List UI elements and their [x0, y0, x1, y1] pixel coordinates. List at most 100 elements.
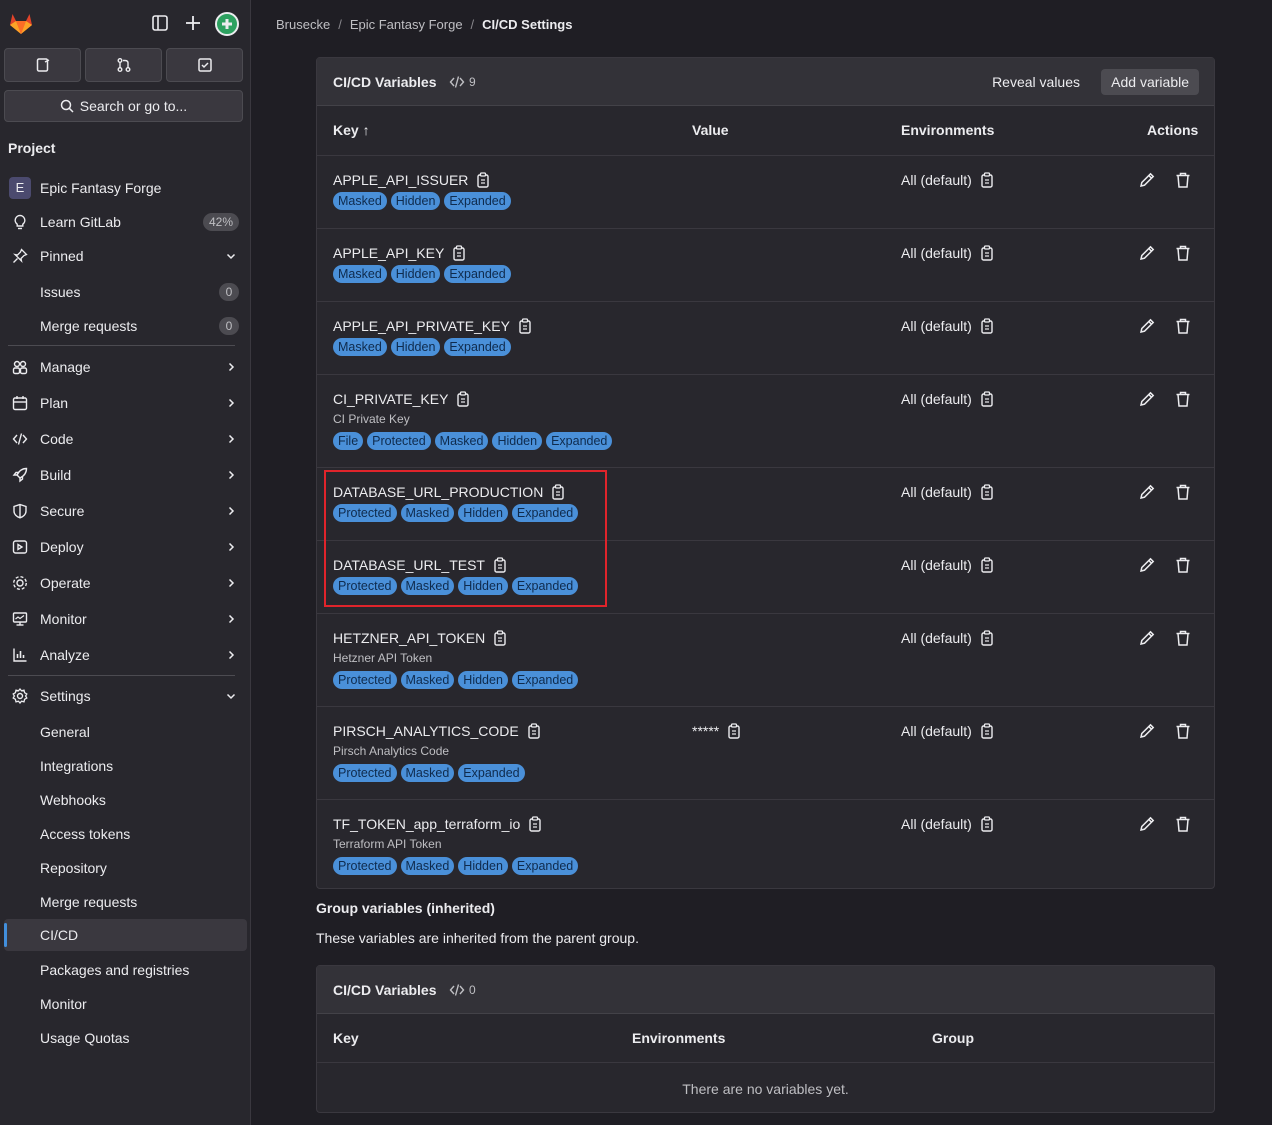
edit-variable-icon[interactable] — [1138, 390, 1156, 408]
copy-environment-icon[interactable] — [980, 318, 994, 334]
copy-environment-icon[interactable] — [980, 723, 994, 739]
sidebar-item-pinned[interactable]: Pinned — [4, 240, 247, 272]
variable-description: Terraform API Token — [333, 837, 442, 851]
sidebar-item-manage[interactable]: Manage — [4, 351, 247, 383]
sidebar-item-secure[interactable]: Secure — [4, 495, 247, 527]
delete-variable-icon[interactable] — [1174, 317, 1192, 335]
breadcrumb-item-current[interactable]: CI/CD Settings — [482, 17, 572, 32]
delete-variable-icon[interactable] — [1174, 390, 1192, 408]
gitlab-logo-icon[interactable] — [8, 10, 34, 36]
badge-protected: Protected — [333, 857, 397, 875]
sidebar-item-settings-merge-requests[interactable]: Merge requests — [4, 886, 247, 918]
variables-card: CI/CD Variables 9 Reveal values Add vari… — [316, 57, 1215, 889]
copy-value-icon[interactable] — [727, 723, 741, 739]
plus-icon[interactable] — [183, 13, 203, 33]
variable-description: Pirsch Analytics Code — [333, 744, 450, 758]
sidebar-item-code[interactable]: Code — [4, 423, 247, 455]
copy-key-icon[interactable] — [551, 484, 565, 500]
edit-variable-icon[interactable] — [1138, 629, 1156, 647]
delete-variable-icon[interactable] — [1174, 815, 1192, 833]
sidebar-item-operate[interactable]: Operate — [4, 567, 247, 599]
copy-key-icon[interactable] — [476, 172, 490, 188]
sidebar-item-build[interactable]: Build — [4, 459, 247, 491]
copy-environment-icon[interactable] — [980, 816, 994, 832]
column-key[interactable]: Key ↑ — [333, 122, 370, 138]
table-row: APPLE_API_PRIVATE_KEY Masked Hidden Expande… — [317, 301, 1214, 374]
pinned-label: Pinned — [40, 248, 84, 264]
sidebar-item-deploy[interactable]: Deploy — [4, 531, 247, 563]
reveal-values-button[interactable]: Reveal values — [992, 74, 1080, 90]
badge-hidden: Hidden — [458, 671, 508, 689]
copy-key-icon[interactable] — [527, 723, 541, 739]
variable-badges: Protected Masked Hidden Expanded — [333, 577, 579, 595]
sidebar-item-issues[interactable]: Issues 0 — [4, 276, 247, 308]
copy-environment-icon[interactable] — [980, 557, 994, 573]
copy-environment-icon[interactable] — [980, 172, 994, 188]
delete-variable-icon[interactable] — [1174, 244, 1192, 262]
sidebar-item-plan[interactable]: Plan — [4, 387, 247, 419]
delete-variable-icon[interactable] — [1174, 556, 1192, 574]
copy-environment-icon[interactable] — [980, 484, 994, 500]
sidebar-toggle-icon[interactable] — [150, 13, 170, 33]
copy-environment-icon[interactable] — [980, 245, 994, 261]
sidebar-item-analyze[interactable]: Analyze — [4, 639, 247, 671]
sidebar-item-integrations[interactable]: Integrations — [4, 750, 247, 782]
badge-expanded: Expanded — [511, 671, 579, 689]
edit-variable-icon[interactable] — [1138, 317, 1156, 335]
sidebar-item-packages-registries[interactable]: Packages and registries — [4, 954, 247, 986]
sidebar-item-usage-quotas[interactable]: Usage Quotas — [4, 1022, 247, 1054]
copy-environment-icon[interactable] — [980, 391, 994, 407]
copy-key-icon[interactable] — [456, 391, 470, 407]
copy-environment-icon[interactable] — [980, 630, 994, 646]
delete-variable-icon[interactable] — [1174, 722, 1192, 740]
edit-variable-icon[interactable] — [1138, 244, 1156, 262]
issues-button[interactable] — [4, 48, 81, 82]
sidebar-item-access-tokens[interactable]: Access tokens — [4, 818, 247, 850]
sidebar-item-webhooks[interactable]: Webhooks — [4, 784, 247, 816]
deploy-icon — [12, 540, 28, 554]
add-variable-button[interactable]: Add variable — [1101, 69, 1199, 95]
copy-key-icon[interactable] — [493, 630, 507, 646]
user-avatar[interactable] — [215, 12, 239, 36]
breadcrumb-item-group[interactable]: Brusecke — [276, 17, 330, 32]
sidebar-item-general[interactable]: General — [4, 716, 247, 748]
delete-variable-icon[interactable] — [1174, 629, 1192, 647]
table-row: APPLE_API_ISSUER Masked Hidden Expanded All … — [317, 155, 1214, 228]
sidebar-item-settings[interactable]: Settings — [4, 680, 247, 712]
table-row: HETZNER_API_TOKEN Hetzner API Token Protec… — [317, 613, 1214, 706]
sidebar-item-cicd[interactable]: CI/CD — [4, 919, 247, 951]
table-row: DATABASE_URL_TEST Protected Masked Hidden Ex… — [317, 540, 1214, 613]
sidebar-item-label: Repository — [40, 860, 107, 876]
edit-variable-icon[interactable] — [1138, 171, 1156, 189]
edit-variable-icon[interactable] — [1138, 556, 1156, 574]
breadcrumb-item-project[interactable]: Epic Fantasy Forge — [350, 17, 463, 32]
delete-variable-icon[interactable] — [1174, 483, 1192, 501]
variable-key: APPLE_API_PRIVATE_KEY — [333, 318, 532, 334]
sidebar-item-learn-gitlab[interactable]: Learn GitLab 42% — [4, 206, 247, 238]
sidebar-item-monitor[interactable]: Monitor — [4, 603, 247, 635]
edit-variable-icon[interactable] — [1138, 722, 1156, 740]
edit-variable-icon[interactable] — [1138, 815, 1156, 833]
variable-environment: All (default) — [901, 816, 994, 832]
copy-key-icon[interactable] — [493, 557, 507, 573]
badge-masked: Masked — [434, 432, 489, 450]
edit-variable-icon[interactable] — [1138, 483, 1156, 501]
sidebar-header — [0, 0, 251, 48]
sidebar-item-merge-requests[interactable]: Merge requests 0 — [4, 310, 247, 342]
project-avatar: E — [9, 177, 31, 199]
variable-key-text: PIRSCH_ANALYTICS_CODE — [333, 723, 519, 739]
empty-state-text: There are no variables yet. — [682, 1081, 849, 1097]
sidebar-item-repository[interactable]: Repository — [4, 852, 247, 884]
sidebar-item-project[interactable]: E Epic Fantasy Forge — [4, 172, 247, 204]
merge-requests-button[interactable] — [85, 48, 162, 82]
todos-button[interactable] — [166, 48, 243, 82]
variable-environment: All (default) — [901, 172, 994, 188]
chevron-down-icon — [226, 693, 236, 700]
copy-key-icon[interactable] — [528, 816, 542, 832]
search-button[interactable]: Search or go to... — [4, 90, 243, 122]
copy-key-icon[interactable] — [452, 245, 466, 261]
sidebar-item-settings-monitor[interactable]: Monitor — [4, 988, 247, 1020]
delete-variable-icon[interactable] — [1174, 171, 1192, 189]
sort-ascending-icon: ↑ — [362, 122, 370, 138]
copy-key-icon[interactable] — [518, 318, 532, 334]
